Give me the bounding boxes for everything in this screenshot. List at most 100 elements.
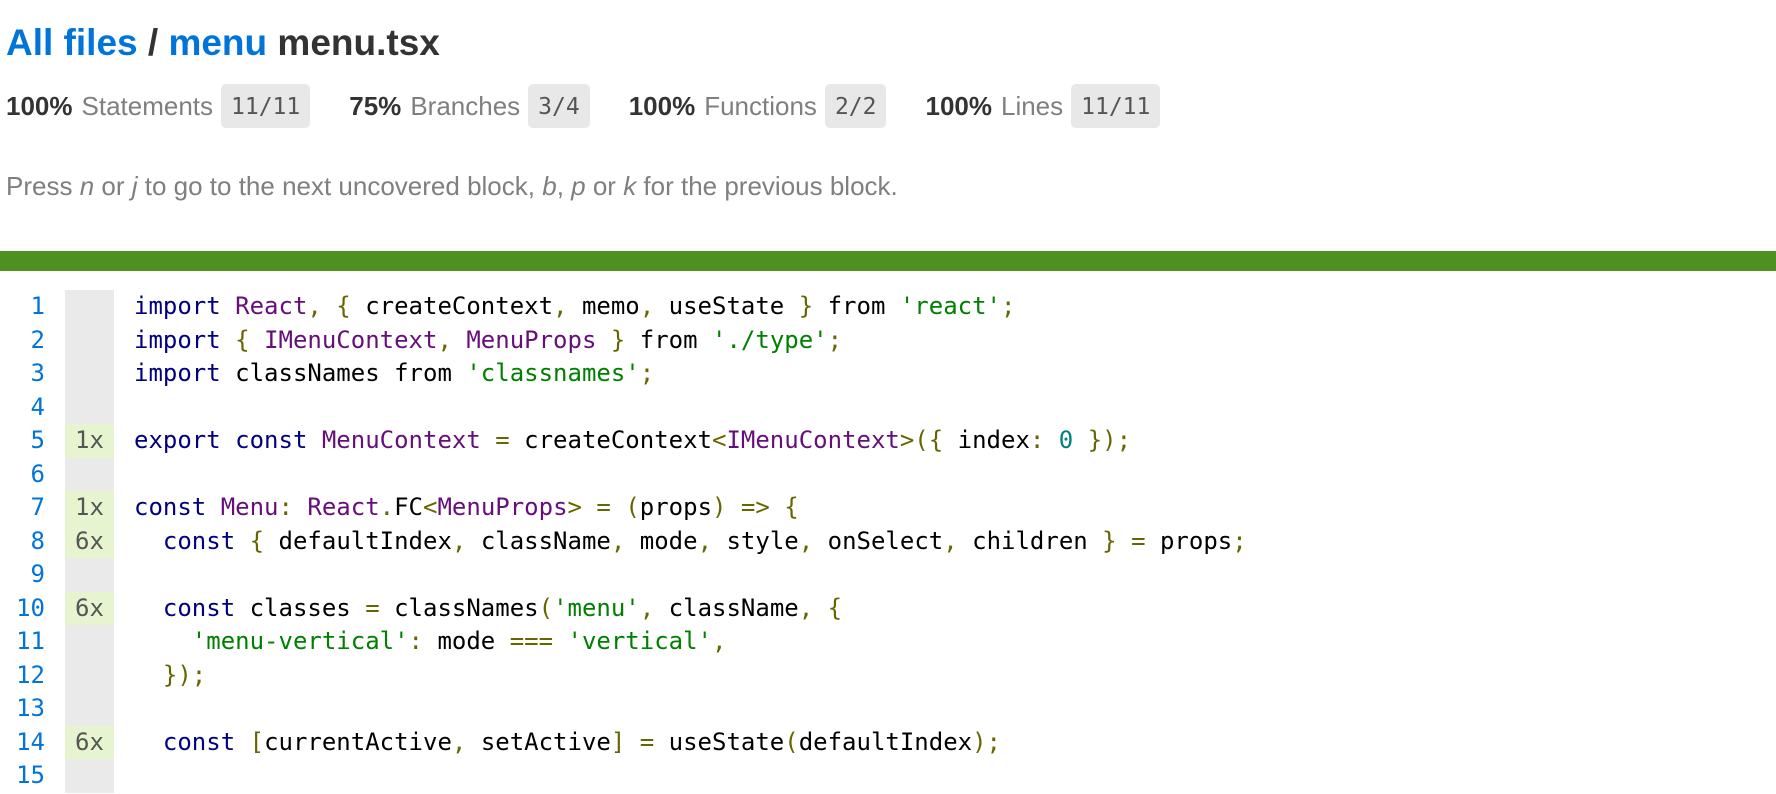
- hit-count: [65, 290, 114, 324]
- code-token: 'vertical': [567, 627, 713, 655]
- code-token: createContext: [365, 292, 554, 320]
- source-code: const [currentActive, setActive] = useSt…: [114, 726, 1001, 760]
- stat-percent: 100%: [628, 90, 696, 121]
- hit-count: 6x: [65, 591, 114, 625]
- code-line: 14 6x const [currentActive, setActive] = …: [0, 725, 1776, 760]
- code-token: } =: [1087, 526, 1160, 555]
- code-token: defaultIndex: [278, 526, 452, 555]
- line-number-link[interactable]: 7: [0, 491, 55, 525]
- line-number-link[interactable]: 11: [0, 625, 55, 659]
- stat-fraction-badge: 11/11: [1071, 84, 1161, 128]
- code-token: ) => {: [712, 493, 799, 521]
- line-number-link[interactable]: 6: [0, 458, 55, 492]
- code-token: 'react': [899, 292, 1002, 320]
- code-line: 6: [0, 457, 1776, 492]
- code-line: 9: [0, 558, 1776, 592]
- code-line: 13: [0, 692, 1776, 726]
- code-token: :: [408, 627, 438, 655]
- breadcrumb-separator: /: [147, 22, 159, 63]
- line-number-link[interactable]: 9: [0, 558, 55, 592]
- code-token: });: [1073, 426, 1132, 454]
- line-number-link[interactable]: 3: [0, 357, 55, 391]
- code-token: from: [827, 292, 900, 320]
- key-k: k: [623, 171, 637, 201]
- folder-link[interactable]: menu: [168, 22, 267, 63]
- code-token: IMenuContext: [726, 426, 900, 454]
- keyboard-hint: Press n or j to go to the next uncovered…: [6, 171, 898, 201]
- stat-label: Branches: [410, 90, 521, 121]
- code-token: ,: [451, 526, 481, 555]
- key-p: p: [571, 171, 586, 201]
- code-token: style: [726, 526, 799, 555]
- code-token: className: [480, 526, 611, 555]
- code-token: 'menu-vertical': [191, 627, 409, 655]
- code-token: defaultIndex: [798, 727, 973, 756]
- line-number-link[interactable]: 12: [0, 659, 55, 693]
- code-token: useState: [668, 292, 785, 320]
- hit-count: 1x: [65, 424, 114, 458]
- line-number-link[interactable]: 15: [0, 759, 55, 793]
- code-token: ,: [798, 526, 828, 555]
- hit-count: [65, 357, 114, 391]
- line-number-link[interactable]: 14: [0, 726, 55, 760]
- file-name: menu.tsx: [277, 22, 440, 63]
- code-token: onSelect: [827, 526, 944, 555]
- source-code: import classNames from 'classnames';: [114, 357, 654, 391]
- code-token: children: [972, 526, 1088, 555]
- stat-fraction-badge: 3/4: [528, 84, 590, 128]
- line-number-link[interactable]: 1: [0, 290, 55, 324]
- code-token: ;: [1232, 526, 1247, 555]
- source-code: import React, { createContext, memo, use…: [114, 290, 1015, 324]
- code-token: });: [162, 660, 207, 689]
- code-view: 1 import React, { createContext, memo, us…: [0, 290, 1776, 793]
- stat-statements: 100% Statements 11/11: [6, 84, 311, 128]
- stat-label: Lines: [1000, 90, 1064, 121]
- breadcrumb: All files / menu menu.tsx: [6, 18, 440, 68]
- header: All files / menu menu.tsx: [6, 18, 440, 68]
- code-token: className: [668, 593, 799, 622]
- line-number-link[interactable]: 5: [0, 424, 55, 458]
- line-number-link[interactable]: 10: [0, 592, 55, 626]
- key-n: n: [79, 171, 95, 201]
- code-token: :: [278, 493, 308, 521]
- line-number-link[interactable]: 2: [0, 324, 55, 358]
- code-token: ;: [1001, 292, 1016, 320]
- code-token: <: [712, 426, 727, 454]
- code-token: MenuProps: [437, 493, 568, 521]
- code-token: setActive: [480, 727, 611, 756]
- code-token: React: [235, 292, 308, 320]
- code-token: 'menu': [553, 593, 640, 622]
- code-token: );: [972, 727, 1001, 756]
- code-token: classNames: [394, 593, 539, 622]
- source-code: const Menu: React.FC<MenuProps> = (props…: [114, 491, 799, 525]
- line-number-link[interactable]: 8: [0, 525, 55, 559]
- code-token: memo: [581, 292, 640, 320]
- code-token: ] =: [610, 727, 669, 756]
- line-number-link[interactable]: 4: [0, 391, 55, 425]
- code-token: }: [596, 325, 640, 354]
- code-token: MenuContext: [321, 426, 481, 454]
- code-token: import: [134, 325, 236, 354]
- hit-count: 1x: [65, 491, 114, 525]
- hit-count: [65, 625, 114, 659]
- hit-count: [65, 759, 114, 793]
- code-token: const: [134, 493, 221, 521]
- source-code: import { IMenuContext, MenuProps } from …: [114, 324, 842, 358]
- code-line: 8 6x const { defaultIndex, className, mod…: [0, 524, 1776, 559]
- line-number-link[interactable]: 13: [0, 692, 55, 726]
- code-token: import: [134, 359, 236, 387]
- code-token: , {: [798, 593, 843, 622]
- stat-lines: 100% Lines 11/11: [925, 84, 1161, 128]
- code-token: }: [784, 292, 828, 320]
- hit-count: 6x: [65, 725, 114, 759]
- code-token: ,: [451, 727, 481, 756]
- all-files-link[interactable]: All files: [6, 22, 138, 63]
- code-token: [: [249, 727, 265, 756]
- code-line: 11 'menu-vertical': mode === 'vertical',: [0, 625, 1776, 659]
- code-token: (: [538, 593, 554, 622]
- code-token: props: [639, 493, 713, 521]
